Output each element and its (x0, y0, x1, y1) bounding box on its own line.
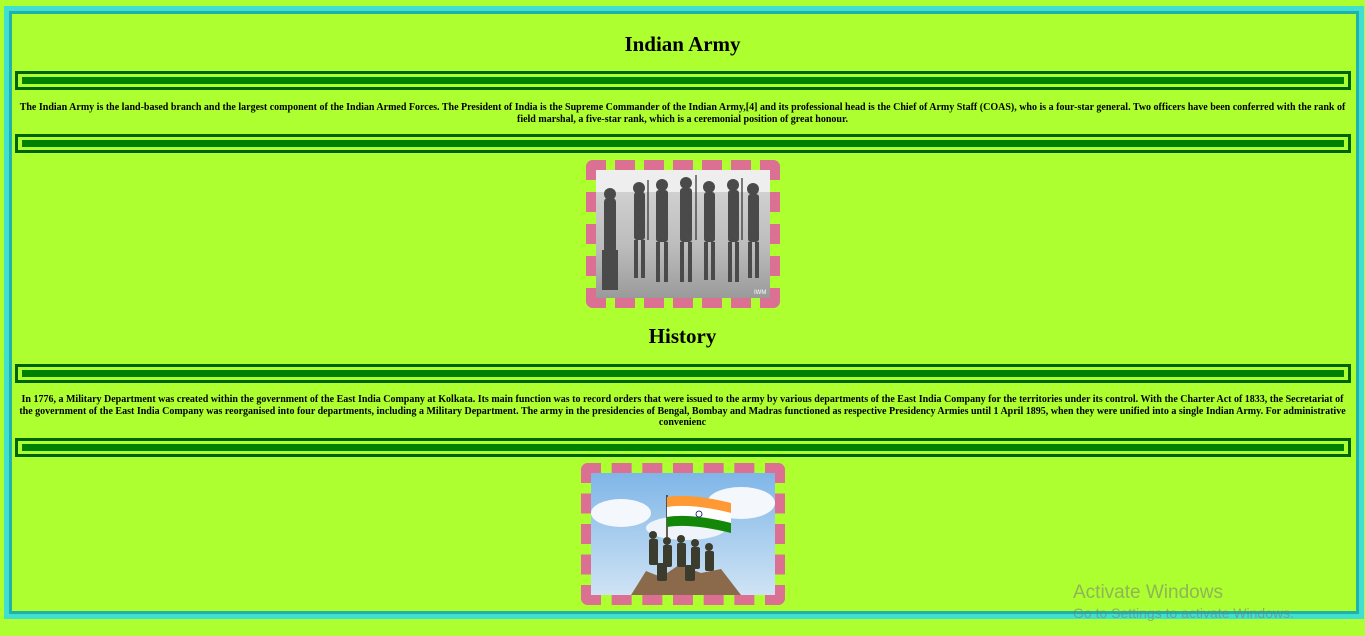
watermark-subtitle: Go to Settings to activate Windows. (1073, 605, 1294, 621)
divider (15, 364, 1351, 383)
watermark-title: Activate Windows (1073, 582, 1223, 603)
intro-paragraph: The Indian Army is the land-based branch… (19, 102, 1346, 125)
page-title: Indian Army (624, 32, 741, 56)
army-historic-photo: IWM (586, 160, 780, 308)
army-flag-photo (581, 463, 785, 605)
history-paragraph: In 1776, a Military Department was creat… (19, 394, 1346, 428)
divider (15, 134, 1351, 153)
divider (15, 71, 1351, 90)
photo-credit: IWM (754, 290, 766, 296)
divider (15, 438, 1351, 457)
activate-windows-watermark: Activate Windows Go to Settings to activ… (1073, 582, 1294, 622)
soldiers-with-flag-image (591, 473, 775, 595)
historic-soldiers-image: IWM (596, 170, 770, 298)
history-heading: History (648, 324, 717, 348)
